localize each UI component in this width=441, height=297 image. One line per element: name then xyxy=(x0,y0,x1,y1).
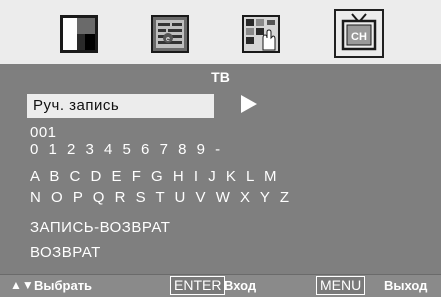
channel-icon[interactable]: CH xyxy=(334,9,384,58)
enter-key[interactable]: ENTER xyxy=(170,276,226,295)
enter-hint: Вход xyxy=(224,278,257,293)
menu-icon-bar: e CH xyxy=(0,0,441,64)
osd-menu: e CH ТВ Руч. запись 001 0 1 2 3 4 5 6 7 … xyxy=(0,0,441,297)
channel-icon-label: CH xyxy=(351,31,367,43)
menu-key[interactable]: MENU xyxy=(316,276,366,295)
footer-hints: ▲▼ Выбрать ENTER Вход MENU Выход xyxy=(0,274,441,297)
exit-hint: Выход xyxy=(384,278,428,293)
svg-text:e: e xyxy=(166,36,170,43)
menu-title: ТВ xyxy=(211,69,230,85)
feature-icon[interactable] xyxy=(241,14,281,54)
digit-row[interactable]: 0 1 2 3 4 5 6 7 8 9 - xyxy=(30,141,223,158)
right-arrow-icon[interactable] xyxy=(241,95,257,113)
select-hint: Выбрать xyxy=(34,278,93,293)
up-down-arrows-icon: ▲▼ xyxy=(10,278,34,292)
channel-number: 001 xyxy=(30,124,57,141)
picture-icon[interactable] xyxy=(59,14,99,54)
manual-record-item[interactable]: Руч. запись xyxy=(27,94,214,118)
sound-icon[interactable]: e xyxy=(150,14,190,54)
letters-row-1[interactable]: A B C D E F G H I J K L M xyxy=(30,168,279,185)
letters-row-2[interactable]: N O P Q R S T U V W X Y Z xyxy=(30,189,292,206)
return-item[interactable]: ВОЗВРАТ xyxy=(30,244,101,261)
record-return-item[interactable]: ЗАПИСЬ-ВОЗВРАТ xyxy=(30,219,170,236)
